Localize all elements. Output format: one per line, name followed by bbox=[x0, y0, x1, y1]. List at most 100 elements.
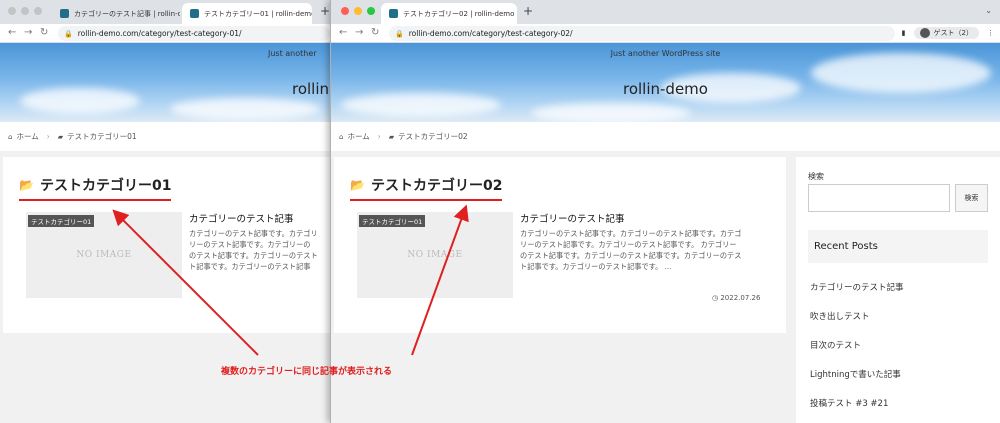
site-tagline: Just another bbox=[268, 49, 317, 58]
breadcrumb: ⌂ ホーム › ▰ テストカテゴリー01 bbox=[0, 122, 330, 151]
post-excerpt: カテゴリーのテスト記事です。カテゴリーのテスト記事です。カテゴ リーのテスト記事… bbox=[520, 228, 770, 272]
post-thumbnail[interactable]: テストカテゴリー01 NO IMAGE bbox=[357, 212, 513, 298]
back-arrow-icon[interactable]: ← bbox=[339, 27, 347, 38]
search-label: 検索 bbox=[808, 172, 824, 181]
category-badge[interactable]: テストカテゴリー01 bbox=[359, 215, 426, 227]
chevron-right-icon: › bbox=[46, 132, 50, 141]
breadcrumb-current: テストカテゴリー01 bbox=[67, 132, 137, 141]
avatar-icon bbox=[919, 28, 930, 38]
zoom-window-button[interactable] bbox=[34, 7, 42, 15]
back-arrow-icon[interactable]: ← bbox=[8, 27, 16, 38]
site-header-banner: Just another rollin bbox=[0, 43, 330, 122]
tab-category-post[interactable]: カテゴリーのテスト記事 | rollin-d bbox=[52, 3, 180, 24]
toolbar-right: ▮ ゲスト（2） ⋮ bbox=[902, 27, 994, 39]
side-panel-icon[interactable]: ▮ bbox=[902, 29, 906, 37]
breadcrumb: ⌂ ホーム › ▰ テストカテゴリー02 bbox=[331, 122, 1000, 151]
window-controls bbox=[8, 7, 42, 15]
site-favicon-icon bbox=[190, 9, 199, 18]
post-date: ◷ 2022.07.26 bbox=[712, 294, 760, 302]
url-text: rollin-demo.com/category/test-category-0… bbox=[77, 29, 242, 38]
recent-post-link[interactable]: 吹き出しテスト bbox=[810, 310, 870, 322]
site-favicon-icon bbox=[60, 9, 69, 18]
browser-window-front: テストカテゴリー02 | rollin-demo ✕ + ⌄ ← → ↻ 🔒 r… bbox=[330, 0, 1000, 423]
new-tab-button[interactable]: + bbox=[320, 4, 330, 18]
tab-bar: カテゴリーのテスト記事 | rollin-d テストカテゴリー01 | roll… bbox=[0, 0, 330, 24]
excerpt-line: カテゴリーのテスト記事です。カテゴリ bbox=[189, 229, 318, 238]
home-icon: ⌂ bbox=[8, 132, 13, 141]
archive-main: 📂 テストカテゴリー02 テストカテゴリー01 NO IMAGE カテゴリーのテ… bbox=[334, 157, 786, 333]
chevron-right-icon: › bbox=[377, 132, 381, 141]
archive-title: 📂 テストカテゴリー01 bbox=[19, 175, 172, 201]
tab-title: テストカテゴリー02 | rollin-demo bbox=[403, 9, 515, 18]
forward-arrow-icon[interactable]: → bbox=[355, 27, 363, 38]
profile-button[interactable]: ゲスト（2） bbox=[913, 27, 979, 39]
recent-post-link[interactable]: 目次のテスト bbox=[810, 339, 861, 351]
close-window-button[interactable] bbox=[8, 7, 16, 15]
window-controls bbox=[341, 7, 375, 15]
close-tab-icon[interactable]: ✕ bbox=[514, 9, 517, 18]
excerpt-line: ト記事です。カテゴリーのテスト記事です。 ... bbox=[520, 262, 672, 271]
zoom-window-button[interactable] bbox=[367, 7, 375, 15]
tab-test-category-01[interactable]: テストカテゴリー01 | rollin-demo ✕ bbox=[182, 3, 312, 24]
no-image-placeholder: NO IMAGE bbox=[76, 250, 132, 260]
recent-posts-heading: Recent Posts bbox=[808, 230, 988, 263]
excerpt-line: ト記事です。カテゴリーのテスト記事 bbox=[189, 262, 311, 271]
folder-icon: ▰ bbox=[57, 132, 64, 141]
folder-icon: ▰ bbox=[388, 132, 395, 141]
post-title[interactable]: カテゴリーのテスト記事 bbox=[189, 211, 294, 225]
breadcrumb-current: テストカテゴリー02 bbox=[398, 132, 468, 141]
site-title[interactable]: rollin bbox=[292, 80, 329, 98]
post-title[interactable]: カテゴリーのテスト記事 bbox=[520, 211, 625, 225]
url-text: rollin-demo.com/category/test-category-0… bbox=[408, 29, 573, 38]
sidebar: 検索 検索 Recent Posts カテゴリーのテスト記事 吹き出しテスト 目… bbox=[796, 157, 1000, 423]
minimize-window-button[interactable] bbox=[354, 7, 362, 15]
folder-open-icon: 📂 bbox=[19, 178, 34, 192]
tab-title: カテゴリーのテスト記事 | rollin-d bbox=[74, 9, 180, 18]
reload-icon[interactable]: ↻ bbox=[371, 27, 379, 38]
recent-post-link[interactable]: 投稿テスト #3 #21 bbox=[810, 397, 888, 409]
post-thumbnail[interactable]: テストカテゴリー01 NO IMAGE bbox=[26, 212, 182, 298]
archive-title: 📂 テストカテゴリー02 bbox=[350, 175, 503, 201]
archive-title-text: テストカテゴリー01 bbox=[39, 178, 172, 194]
post-date-text: 2022.07.26 bbox=[720, 294, 761, 302]
site-tagline: Just another WordPress site bbox=[610, 49, 721, 58]
clock-icon: ◷ bbox=[712, 294, 719, 302]
close-window-button[interactable] bbox=[341, 7, 349, 15]
excerpt-line: リーのテスト記事です。カテゴリーのテスト記事です。 カテゴリー bbox=[520, 240, 737, 249]
tab-search-chevron-icon[interactable]: ⌄ bbox=[985, 6, 992, 15]
folder-open-icon: 📂 bbox=[350, 178, 365, 192]
annotation-note: 複数のカテゴリーに同じ記事が表示される bbox=[221, 367, 393, 377]
breadcrumb-home[interactable]: ホーム bbox=[347, 131, 369, 142]
breadcrumb-home[interactable]: ホーム bbox=[16, 131, 38, 142]
site-header-banner: Just another WordPress site rollin-demo bbox=[331, 43, 1000, 122]
search-input[interactable] bbox=[808, 184, 950, 212]
new-tab-button[interactable]: + bbox=[523, 4, 533, 18]
excerpt-line: のテスト記事です。カテゴリーのテスト bbox=[189, 251, 318, 260]
minimize-window-button[interactable] bbox=[21, 7, 29, 15]
tab-test-category-02[interactable]: テストカテゴリー02 | rollin-demo ✕ bbox=[381, 3, 517, 24]
tab-title: テストカテゴリー01 | rollin-demo bbox=[204, 9, 312, 18]
tab-bar: テストカテゴリー02 | rollin-demo ✕ + ⌄ bbox=[331, 0, 1000, 24]
address-bar[interactable]: 🔒 rollin-demo.com/category/test-category… bbox=[389, 26, 895, 41]
site-favicon-icon bbox=[389, 9, 398, 18]
browser-toolbar: ← → ↻ 🔒 rollin-demo.com/category/test-ca… bbox=[331, 24, 1000, 43]
menu-kebab-icon[interactable]: ⋮ bbox=[987, 29, 994, 37]
address-bar[interactable]: 🔒 rollin-demo.com/category/test-category… bbox=[58, 26, 330, 41]
lock-icon: 🔒 bbox=[395, 29, 404, 38]
recent-post-link[interactable]: Lightningで書いた記事 bbox=[810, 368, 901, 380]
no-image-placeholder: NO IMAGE bbox=[407, 250, 463, 260]
site-title[interactable]: rollin-demo bbox=[331, 80, 1000, 98]
profile-label: ゲスト（2） bbox=[933, 29, 973, 37]
category-badge[interactable]: テストカテゴリー01 bbox=[28, 215, 95, 227]
archive-title-text: テストカテゴリー02 bbox=[370, 178, 503, 194]
post-excerpt: カテゴリーのテスト記事です。カテゴリ リーのテスト記事です。カテゴリーの のテス… bbox=[189, 228, 330, 272]
excerpt-line: カテゴリーのテスト記事です。カテゴリーのテスト記事です。カテゴ bbox=[520, 229, 742, 238]
excerpt-line: リーのテスト記事です。カテゴリーの bbox=[189, 240, 311, 249]
home-icon: ⌂ bbox=[339, 132, 344, 141]
forward-arrow-icon[interactable]: → bbox=[24, 27, 32, 38]
search-button[interactable]: 検索 bbox=[955, 184, 988, 212]
reload-icon[interactable]: ↻ bbox=[40, 27, 48, 38]
archive-main: 📂 テストカテゴリー01 テストカテゴリー01 NO IMAGE カテゴリーのテ… bbox=[3, 157, 330, 333]
lock-icon: 🔒 bbox=[64, 29, 73, 38]
recent-post-link[interactable]: カテゴリーのテスト記事 bbox=[810, 281, 904, 293]
